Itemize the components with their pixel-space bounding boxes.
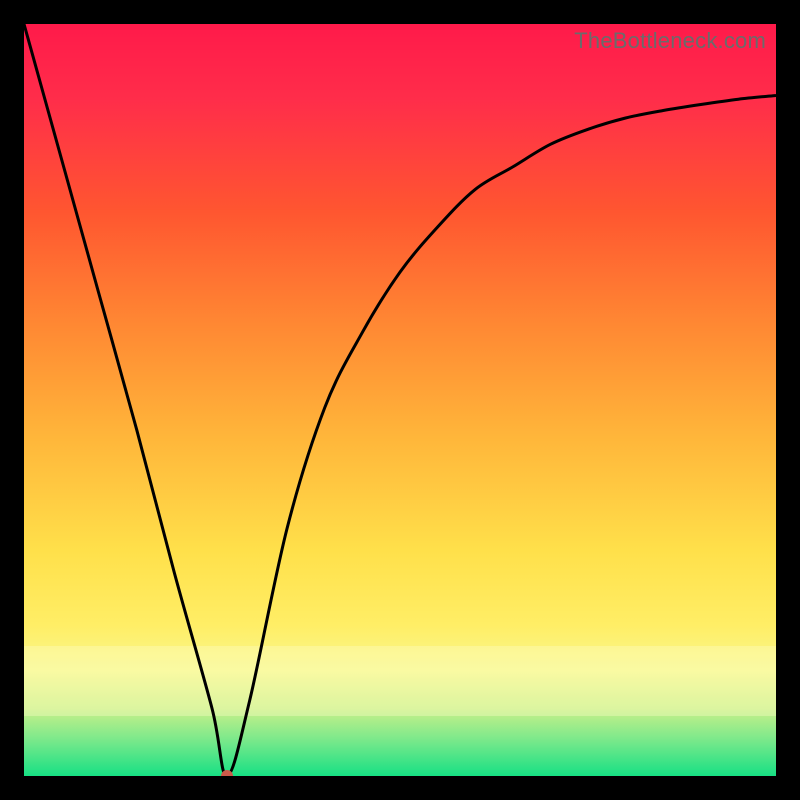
curve-path (24, 24, 776, 776)
curve-svg (24, 24, 776, 776)
watermark-text: TheBottleneck.com (574, 28, 766, 54)
plot-area: TheBottleneck.com (24, 24, 776, 776)
chart-frame: TheBottleneck.com (0, 0, 800, 800)
